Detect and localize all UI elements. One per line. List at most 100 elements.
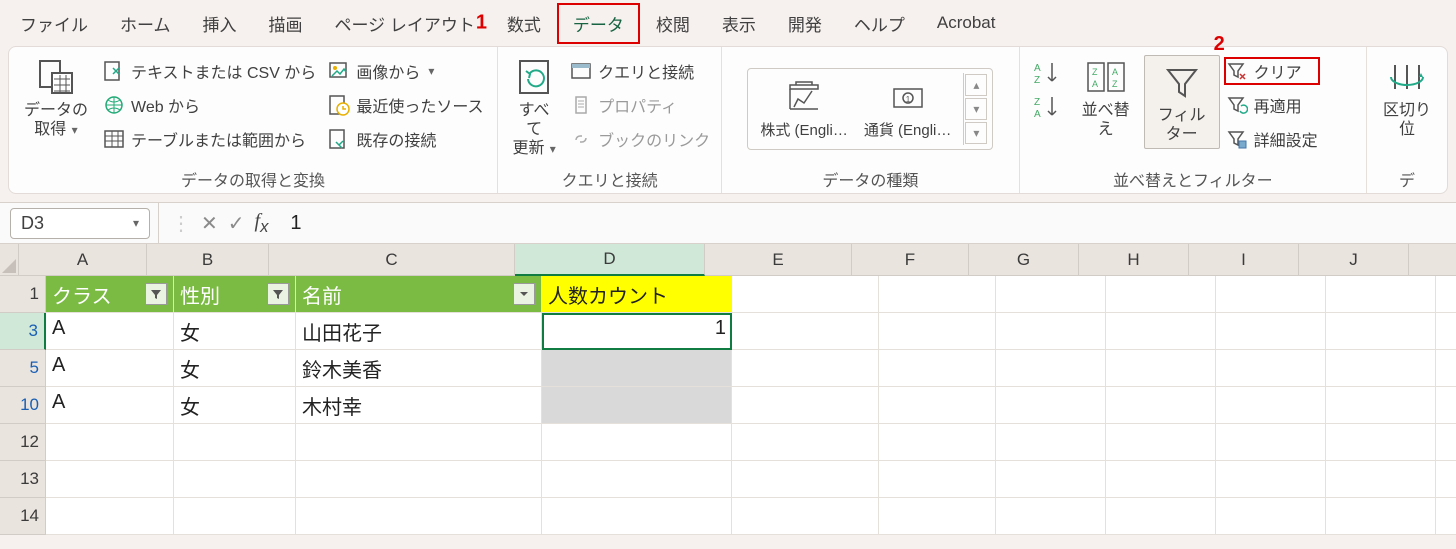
- cell[interactable]: [1326, 387, 1436, 424]
- cell[interactable]: [1326, 424, 1436, 461]
- cell[interactable]: [996, 313, 1106, 350]
- cell[interactable]: [1106, 313, 1216, 350]
- menu-insert[interactable]: 挿入: [187, 3, 253, 44]
- data-type-currencies[interactable]: 1 通貨 (Engli…: [856, 79, 960, 140]
- cell[interactable]: [1326, 498, 1436, 535]
- chevron-down-icon[interactable]: ▾: [133, 216, 139, 230]
- col-header-B[interactable]: B: [147, 244, 269, 276]
- cell[interactable]: [1216, 387, 1326, 424]
- cell[interactable]: [1436, 350, 1456, 387]
- cell[interactable]: [542, 461, 732, 498]
- cell[interactable]: [996, 387, 1106, 424]
- refresh-all-button[interactable]: すべて更新 ▾: [504, 55, 564, 159]
- filter-active-icon[interactable]: [145, 283, 167, 305]
- col-header-I[interactable]: I: [1189, 244, 1299, 276]
- menu-view[interactable]: 表示: [706, 3, 772, 44]
- gallery-more-icon[interactable]: ▾: [965, 122, 987, 144]
- cell[interactable]: [174, 498, 296, 535]
- filter-dropdown-icon[interactable]: [513, 283, 535, 305]
- cell[interactable]: 1: [542, 313, 732, 350]
- formula-input[interactable]: 1: [280, 212, 1456, 235]
- cell[interactable]: [1216, 276, 1326, 313]
- col-header-E[interactable]: E: [705, 244, 852, 276]
- sort-button[interactable]: ZAAZ 並べ替え: [1068, 55, 1144, 139]
- menu-help[interactable]: ヘルプ: [838, 3, 921, 44]
- cell[interactable]: [542, 498, 732, 535]
- cell[interactable]: A: [46, 313, 174, 350]
- menu-page-layout[interactable]: ページ レイアウト: [319, 3, 491, 44]
- queries-connections[interactable]: クエリと接続: [568, 57, 712, 85]
- cell[interactable]: [879, 313, 996, 350]
- col-header-J[interactable]: J: [1299, 244, 1409, 276]
- cell[interactable]: A: [46, 387, 174, 424]
- cell[interactable]: [1436, 461, 1456, 498]
- reapply-filter[interactable]: 再適用: [1224, 91, 1320, 119]
- cell[interactable]: 女: [174, 313, 296, 350]
- fx-icon[interactable]: fx: [255, 210, 269, 237]
- filter-active-icon[interactable]: [267, 283, 289, 305]
- cell[interactable]: 鈴木美香: [296, 350, 542, 387]
- row-header-5[interactable]: 5: [0, 350, 46, 387]
- sort-desc-button[interactable]: ZA: [1032, 93, 1062, 121]
- filter-button[interactable]: フィルター: [1144, 55, 1220, 149]
- menu-review[interactable]: 校閲: [640, 3, 706, 44]
- col-header-G[interactable]: G: [969, 244, 1079, 276]
- name-box[interactable]: D3 ▾: [10, 208, 150, 239]
- clear-filter[interactable]: クリア: [1224, 57, 1320, 85]
- cell[interactable]: [879, 387, 996, 424]
- col-header-D[interactable]: D: [515, 244, 705, 276]
- cell[interactable]: [1326, 461, 1436, 498]
- cell[interactable]: [1106, 424, 1216, 461]
- cell[interactable]: [996, 276, 1106, 313]
- cancel-icon[interactable]: ✕: [201, 211, 218, 236]
- cell[interactable]: [1436, 387, 1456, 424]
- cell[interactable]: [296, 424, 542, 461]
- cell[interactable]: [1326, 313, 1436, 350]
- cell[interactable]: [879, 424, 996, 461]
- col-header-K[interactable]: K: [1409, 244, 1456, 276]
- cell[interactable]: [542, 424, 732, 461]
- cell[interactable]: [879, 461, 996, 498]
- cell[interactable]: [1216, 498, 1326, 535]
- menu-file[interactable]: ファイル: [4, 3, 104, 44]
- cell[interactable]: [879, 276, 996, 313]
- from-image[interactable]: 画像から ▾: [326, 57, 485, 85]
- from-table-range[interactable]: テーブルまたは範囲から: [101, 125, 318, 153]
- recent-sources[interactable]: 最近使ったソース: [326, 91, 485, 119]
- cell[interactable]: [732, 313, 879, 350]
- cell[interactable]: [1436, 313, 1456, 350]
- menu-draw[interactable]: 描画: [253, 3, 319, 44]
- menu-acrobat[interactable]: Acrobat: [921, 5, 1012, 41]
- cell[interactable]: [1106, 461, 1216, 498]
- cell[interactable]: [879, 350, 996, 387]
- row-header-12[interactable]: 12: [0, 424, 46, 461]
- cell[interactable]: 山田花子: [296, 313, 542, 350]
- advanced-filter[interactable]: 詳細設定: [1224, 125, 1320, 153]
- row-header-3[interactable]: 3: [0, 313, 46, 350]
- cell[interactable]: [732, 424, 879, 461]
- cell[interactable]: [1216, 313, 1326, 350]
- cell[interactable]: [996, 498, 1106, 535]
- row-header-1[interactable]: 1: [0, 276, 46, 313]
- cell[interactable]: [732, 461, 879, 498]
- cell[interactable]: [542, 387, 732, 424]
- data-type-stocks[interactable]: 株式 (Engli…: [752, 79, 856, 140]
- table-header-name[interactable]: 名前: [296, 276, 542, 313]
- cell[interactable]: [996, 461, 1106, 498]
- cell[interactable]: [46, 424, 174, 461]
- cell[interactable]: 女: [174, 387, 296, 424]
- cell[interactable]: [1436, 424, 1456, 461]
- cell[interactable]: [296, 461, 542, 498]
- cell[interactable]: [1106, 276, 1216, 313]
- cell[interactable]: [1216, 350, 1326, 387]
- cell[interactable]: [1326, 276, 1436, 313]
- cell[interactable]: [1216, 461, 1326, 498]
- sort-asc-button[interactable]: AZ: [1032, 59, 1062, 87]
- enter-icon[interactable]: ✓: [228, 211, 245, 236]
- gallery-up-icon[interactable]: ▴: [965, 74, 987, 96]
- cell[interactable]: [174, 461, 296, 498]
- menu-formulas[interactable]: 1 数式: [491, 3, 557, 44]
- from-text-csv[interactable]: テキストまたは CSV から: [101, 57, 318, 85]
- table-header-gender[interactable]: 性別: [174, 276, 296, 313]
- table-header-class[interactable]: クラス: [46, 276, 174, 313]
